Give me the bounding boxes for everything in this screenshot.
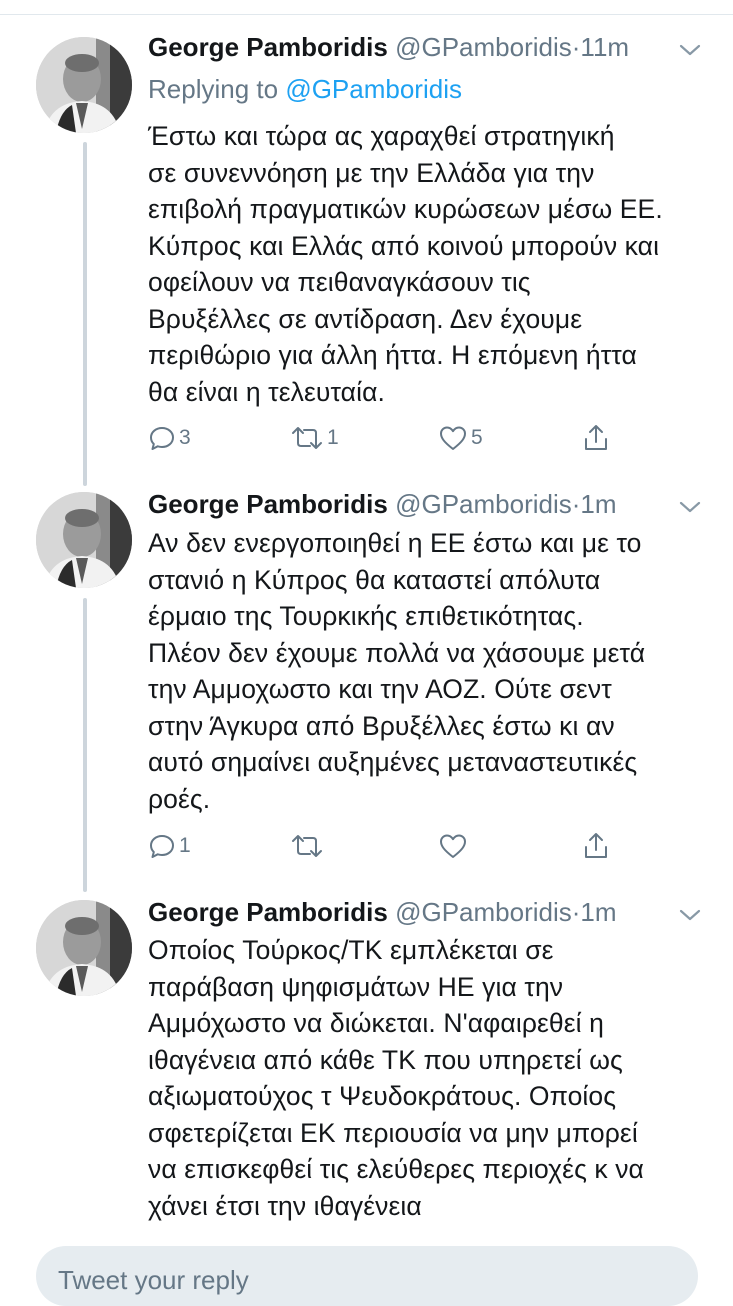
- tweet-text: Οποίος Τούρκος/ΤΚ εμπλέκεται σε παράβαση…: [148, 935, 644, 1221]
- reply-input[interactable]: Tweet your reply: [36, 1246, 698, 1306]
- tweet[interactable]: George Pamboridis @GPamboridis·1m Οποίος…: [0, 0, 733, 1230]
- author-name[interactable]: George Pamboridis: [148, 897, 388, 927]
- avatar[interactable]: [36, 900, 132, 996]
- chevron-down-icon[interactable]: [677, 900, 703, 921]
- timestamp[interactable]: 1m: [580, 897, 616, 927]
- tweet-header: George Pamboridis @GPamboridis·1m: [148, 896, 703, 928]
- reply-placeholder: Tweet your reply: [58, 1265, 249, 1295]
- author-handle[interactable]: @GPamboridis: [395, 897, 572, 927]
